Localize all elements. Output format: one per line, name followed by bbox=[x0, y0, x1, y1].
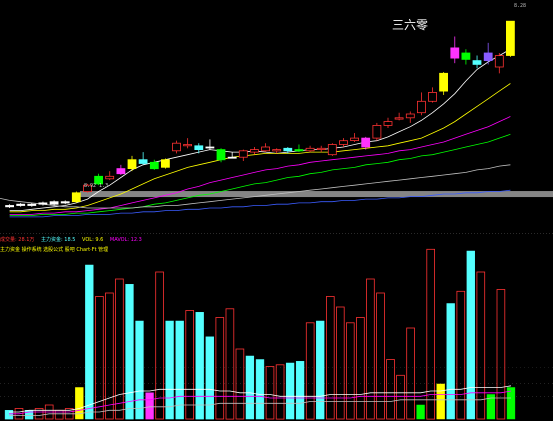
candle-body bbox=[138, 159, 148, 164]
volume-bar bbox=[105, 292, 114, 420]
candle-body bbox=[316, 147, 326, 151]
legend-item: 主力资金 操作系统 选股公式 股吧 Chart·Ft 管理 bbox=[0, 247, 109, 253]
volume-bar bbox=[275, 364, 285, 420]
volume-bar bbox=[476, 271, 486, 420]
candle-body bbox=[216, 149, 226, 161]
stock-name: 三六零 bbox=[392, 18, 429, 32]
volume-bar bbox=[406, 327, 415, 420]
volume-bar bbox=[335, 306, 345, 420]
candle-body bbox=[394, 117, 404, 120]
volume-bar bbox=[386, 359, 395, 420]
volume-bar bbox=[295, 361, 305, 420]
volume-bar bbox=[85, 264, 94, 420]
candle-body bbox=[461, 52, 471, 60]
candle-body bbox=[238, 150, 248, 158]
indicator-legend: 主力资金 操作系统 选股公式 股吧 Chart·Ft 管理 bbox=[0, 246, 113, 253]
candle-body bbox=[350, 137, 360, 142]
volume-bar bbox=[466, 250, 475, 420]
candle-body bbox=[372, 125, 382, 139]
volume-bar bbox=[446, 303, 455, 420]
volume-bar bbox=[175, 320, 184, 420]
candle-body bbox=[483, 52, 493, 61]
candle-body bbox=[305, 147, 315, 152]
volume-bar bbox=[285, 362, 295, 420]
volume-bar bbox=[325, 296, 335, 420]
candle-body bbox=[327, 144, 337, 156]
candle-body bbox=[494, 55, 504, 68]
candle-body bbox=[261, 146, 271, 152]
candle-body bbox=[272, 149, 282, 152]
volume-bar bbox=[265, 366, 275, 420]
candle-body bbox=[172, 142, 181, 152]
ma-line-ma30 bbox=[9, 133, 511, 217]
volume-bars bbox=[4, 248, 516, 420]
candlesticks bbox=[5, 20, 515, 209]
candle-body bbox=[16, 203, 26, 206]
volume-bar bbox=[155, 271, 164, 420]
candle-body bbox=[160, 159, 170, 168]
volume-bar bbox=[125, 284, 134, 420]
candle-body bbox=[439, 72, 449, 92]
volume-bar bbox=[115, 278, 124, 420]
candle-body bbox=[405, 113, 415, 119]
volume-bar bbox=[75, 387, 84, 420]
candle-body bbox=[183, 144, 193, 147]
volume-bar bbox=[165, 320, 174, 420]
volume-bar bbox=[225, 308, 235, 420]
volume-bar bbox=[305, 322, 315, 420]
volume-bar bbox=[376, 292, 385, 420]
volume-bar bbox=[245, 355, 255, 420]
candle-body bbox=[49, 201, 59, 205]
legend-item: 成交量: 28.1万 bbox=[0, 237, 35, 243]
percent-label: 8.92 1.3 bbox=[84, 183, 109, 189]
volume-bar bbox=[396, 374, 405, 420]
volume-bar bbox=[316, 320, 325, 420]
candle-body bbox=[27, 203, 37, 206]
candle-body bbox=[505, 20, 515, 56]
candle-body bbox=[116, 168, 126, 175]
volume-bar bbox=[506, 387, 516, 420]
volume-bar bbox=[366, 278, 375, 420]
volume-legend: 成交量: 28.1万 主力资金: 18.5 VOL: 9.6 MAVOL: 12… bbox=[0, 236, 147, 243]
legend-item: MAVOL: 12.3 bbox=[109, 237, 142, 243]
volume-bar bbox=[416, 404, 425, 420]
candle-body bbox=[450, 47, 460, 59]
volume-bar bbox=[235, 348, 245, 420]
candle-body bbox=[227, 156, 237, 159]
stock-chart bbox=[0, 20, 553, 420]
volume-bar bbox=[345, 322, 355, 420]
volume-bar bbox=[135, 320, 144, 420]
legend-item: 主力资金: 18.5 bbox=[41, 237, 76, 243]
ma-line-ma60-ext bbox=[0, 198, 10, 201]
candle-body bbox=[428, 92, 437, 102]
candle-body bbox=[339, 140, 348, 145]
candle-body bbox=[5, 205, 14, 208]
candle-body bbox=[294, 149, 304, 152]
candle-body bbox=[38, 202, 48, 205]
volume-bar bbox=[255, 359, 265, 420]
candle-body bbox=[71, 192, 81, 203]
candle-body bbox=[60, 201, 70, 204]
candle-body bbox=[194, 145, 204, 151]
candle-body bbox=[472, 60, 482, 65]
volume-bar bbox=[496, 289, 506, 420]
candle-body bbox=[149, 161, 159, 170]
volume-bar bbox=[205, 336, 214, 420]
legend-item: VOL: 9.6 bbox=[82, 237, 104, 243]
candle-body bbox=[205, 146, 215, 149]
volume-bar bbox=[185, 310, 195, 420]
volume-bar bbox=[195, 312, 204, 420]
candle-body bbox=[127, 159, 137, 169]
candle-body bbox=[105, 175, 115, 180]
candle-body bbox=[361, 137, 371, 148]
volume-bar bbox=[145, 392, 154, 420]
max-price-label: 8.28 bbox=[514, 3, 527, 9]
candle-body bbox=[383, 121, 393, 126]
candle-body bbox=[283, 147, 293, 152]
candle-body bbox=[249, 149, 259, 153]
volume-bar bbox=[426, 248, 435, 420]
volume-bar bbox=[436, 383, 445, 420]
candle-body bbox=[416, 100, 426, 114]
volume-bar bbox=[356, 317, 365, 420]
